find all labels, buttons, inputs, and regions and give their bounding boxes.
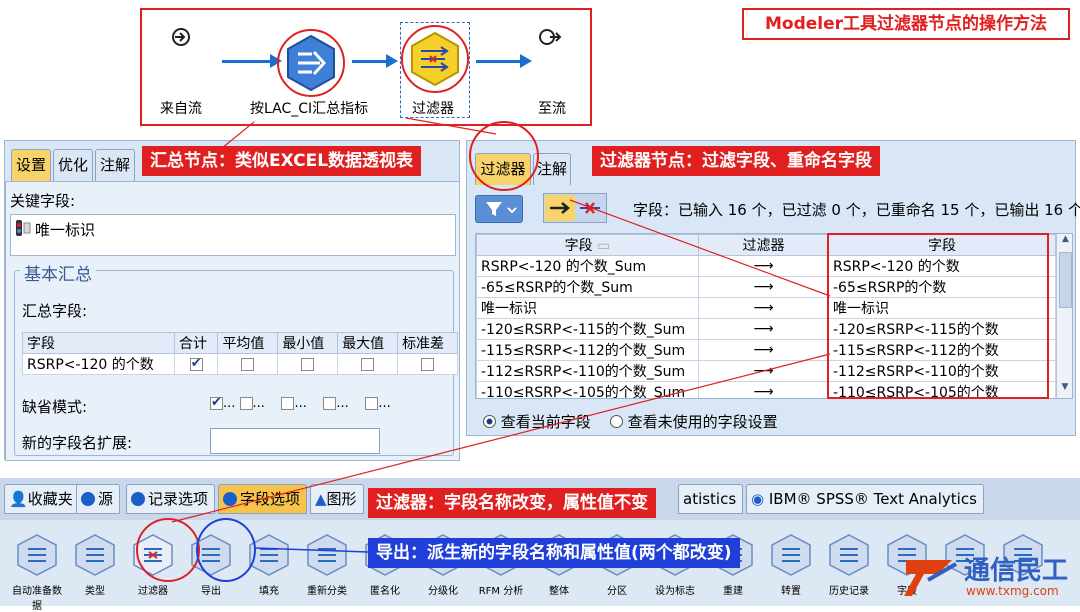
watermark: 通信民工 www.txmg.com [902,548,1078,604]
watermark-logo-icon [904,560,957,596]
watermark-text: 通信民工 [964,556,1069,586]
annotation-lines [171,117,831,553]
watermark-url: www.txmg.com [966,584,1059,598]
